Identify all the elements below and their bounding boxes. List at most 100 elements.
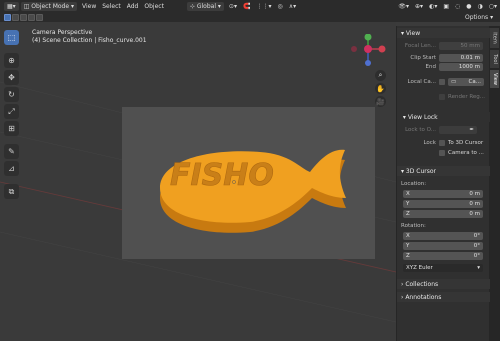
rotation-z-row[interactable]: Z 0° [403,252,483,260]
fisho-embossed-text: FISHO [170,158,274,193]
scale-tool-icon[interactable]: ⤢ [4,104,19,119]
options-dropdown[interactable]: Options ▾ [465,14,493,21]
local-camera-checkbox[interactable] [439,79,445,85]
view-lock-header[interactable]: ▾ View Lock [397,112,490,122]
move-tool-icon[interactable]: ✥ [4,70,19,85]
3d-cursor-label: 3D Cursor [405,167,436,175]
shading-rendered-icon[interactable]: ○▾ [486,2,500,11]
mode-dropdown[interactable]: ◫ Object Mode ▾ [20,2,77,11]
lock-to-object-field[interactable]: ✒ [439,126,477,134]
add-cube-tool-icon[interactable]: ⧉ [4,184,19,199]
shading-solid-icon[interactable]: ● [463,2,474,11]
proportional-edit-icon[interactable]: ◎ [274,2,285,11]
shading-material-icon[interactable]: ◑ [475,2,486,11]
gizmo-z-icon[interactable] [365,60,371,66]
local-camera-label: Local Ca... [407,79,436,85]
clip-end-field[interactable]: 1000 m [439,63,483,71]
rotate-tool-icon[interactable]: ↻ [4,87,19,102]
clip-start-field[interactable]: 0.01 m [439,54,483,62]
menu-select[interactable]: Select [99,2,124,11]
editor-type-button[interactable]: ▦ ▾ [4,2,19,11]
select-invert-icon[interactable] [28,14,35,21]
view-name: Camera Perspective [32,29,93,36]
rotation-y-axis: Y [406,243,410,249]
clip-end-row: End 1000 m [397,63,483,71]
focal-length-label: Focal Len... [404,43,436,49]
cursor-tool-icon[interactable]: ⊕ [4,53,19,68]
local-camera-value: Ca... [468,79,481,85]
visibility-icon[interactable]: 👁▾ [395,2,412,11]
tab-item[interactable]: Item [490,28,499,48]
camera-icon: ▭ [451,79,457,85]
rotation-y-value: 0° [473,243,480,249]
select-intersect-icon[interactable] [36,14,43,21]
navigation-tools: ⌕ ✋ 🎥 [375,70,386,107]
rotation-mode-row[interactable]: XYZ Euler ▾ [403,264,483,272]
viewport-icon: ▦ [7,3,13,10]
gizmo-y-icon[interactable] [364,34,372,41]
overlay-icon[interactable]: ◐▾ [426,2,440,11]
3d-cursor-header[interactable]: ▾ 3D Cursor [397,166,490,176]
camera-to-view-checkbox[interactable] [439,150,445,156]
location-x-row[interactable]: X 0 m [403,190,483,198]
rotation-z-axis: Z [406,253,410,259]
location-label: Location: [401,181,427,187]
tool-shelf: ⬚ ⊕ ✥ ↻ ⤢ ⊞ ✎ ⊿ ⧉ [4,30,22,199]
transform-tool-icon[interactable]: ⊞ [4,121,19,136]
menu-object[interactable]: Object [141,2,167,11]
render-region-checkbox[interactable] [439,94,445,100]
annotations-header[interactable]: › Annotations [397,292,490,302]
lock-to-object-label: Lock to O... [405,127,436,133]
chevron-down-icon: ▾ [477,265,480,271]
tab-tool-label: Tool [491,54,498,64]
xray-icon[interactable]: ▣ [440,2,452,11]
fisho-object[interactable]: FISHO [150,140,360,235]
location-z-row[interactable]: Z 0 m [403,210,483,218]
measure-tool-icon[interactable]: ⊿ [4,161,19,176]
local-camera-row: Local Ca... ▭ Ca... [397,78,484,86]
select-extend-icon[interactable] [12,14,19,21]
camera-view-icon[interactable]: 🎥 [375,96,386,107]
snap-settings-icon[interactable]: ⋮⋮▾ [253,2,274,11]
snap-icon[interactable]: 🧲 [240,2,253,11]
collections-label: Collections [405,280,439,288]
menu-view[interactable]: View [79,2,99,11]
pivot-icon[interactable]: ⊙▾ [226,2,240,11]
zoom-icon[interactable]: ⌕ [375,70,386,81]
view-section-header[interactable]: ▾ View [397,28,490,38]
focal-length-field[interactable]: 50 mm [439,42,483,50]
pan-hand-icon[interactable]: ✋ [375,83,386,94]
view-lock-label: View Lock [407,113,438,121]
viewport-header: ▦ ▾ ◫ Object Mode ▾ View Select Add Objec… [0,0,500,13]
orientation-dropdown[interactable]: ⊹ Global ▾ [186,2,224,11]
select-new-icon[interactable] [4,14,11,21]
location-z-axis: Z [406,211,410,217]
gizmo-icon[interactable]: ⊕▾ [412,2,426,11]
object-mode-icon: ◫ [23,3,32,10]
tool-settings-bar [0,13,500,22]
collections-header[interactable]: › Collections [397,279,490,289]
view-header-label: View [405,29,421,37]
gizmo-x-icon[interactable] [378,45,386,53]
menu-add[interactable]: Add [124,2,142,11]
falloff-icon[interactable]: ∧▾ [286,2,299,11]
select-tool-icon[interactable]: ⬚ [4,30,19,45]
render-region-label: Render Reg... [448,94,486,100]
eyedropper-icon: ✒ [469,127,474,133]
rotation-x-row[interactable]: X 0° [403,232,483,240]
viewport-info: Camera Perspective (4) Scene Collection … [32,29,147,45]
focal-length-row: Focal Len... 50 mm [397,42,483,50]
tab-view[interactable]: View [490,70,499,88]
shading-wireframe-icon[interactable]: ◌ [452,2,463,11]
select-subtract-icon[interactable] [20,14,27,21]
to-3d-cursor-label: To 3D Cursor [448,140,484,146]
annotate-tool-icon[interactable]: ✎ [4,144,19,159]
rotation-y-row[interactable]: Y 0° [403,242,483,250]
to-3d-cursor-checkbox[interactable] [439,140,445,146]
clip-start-row: Clip Start 0.01 m [397,54,483,62]
local-camera-field[interactable]: ▭ Ca... [448,78,484,86]
tab-tool[interactable]: Tool [490,50,499,68]
location-y-row[interactable]: Y 0 m [403,200,483,208]
rotation-mode-value: XYZ Euler [406,265,433,271]
navigation-gizmo[interactable] [348,34,388,70]
